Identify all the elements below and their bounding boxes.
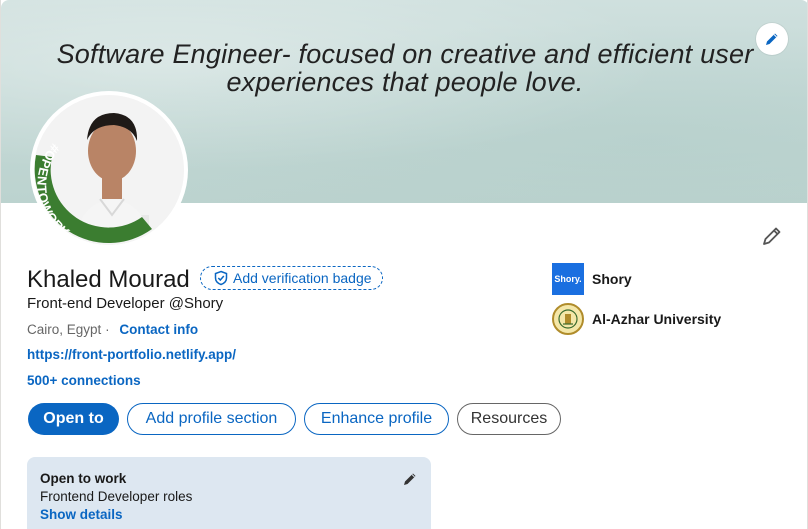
edit-banner-button[interactable] bbox=[756, 23, 788, 55]
school-al-azhar[interactable]: Al-Azhar University bbox=[552, 303, 721, 335]
pencil-icon bbox=[404, 473, 416, 485]
enhance-profile-button[interactable]: Enhance profile bbox=[304, 403, 449, 435]
pencil-icon bbox=[766, 33, 778, 45]
location-separator: · bbox=[105, 322, 110, 337]
open-to-work-roles: Frontend Developer roles bbox=[40, 489, 193, 504]
connections-link[interactable]: 500+ connections bbox=[27, 373, 141, 388]
al-azhar-logo bbox=[552, 303, 584, 335]
show-details-link[interactable]: Show details bbox=[40, 507, 123, 522]
resources-button[interactable]: Resources bbox=[457, 403, 561, 435]
add-verification-badge-button[interactable]: Add verification badge bbox=[200, 266, 383, 290]
verification-label: Add verification badge bbox=[233, 270, 372, 286]
school-name: Al-Azhar University bbox=[592, 311, 722, 327]
shory-logo: Shory. bbox=[552, 263, 584, 295]
pencil-icon bbox=[763, 227, 781, 245]
profile-headline: Front-end Developer @Shory bbox=[27, 295, 224, 312]
company-shory[interactable]: Shory. Shory bbox=[552, 263, 632, 295]
profile-card: Software Engineer- focused on creative a… bbox=[0, 0, 808, 529]
location-line: Cairo, Egypt · Contact info bbox=[27, 322, 198, 337]
website-link[interactable]: https://front-portfolio.netlify.app/ bbox=[27, 347, 236, 362]
banner-text: Software Engineer- focused on creative a… bbox=[1, 39, 807, 96]
contact-info-link[interactable]: Contact info bbox=[119, 322, 198, 337]
avatar: #OPENTOWORK bbox=[34, 95, 184, 245]
profile-name: Khaled Mourad bbox=[27, 266, 190, 293]
open-to-button[interactable]: Open to bbox=[28, 403, 119, 435]
location-text: Cairo, Egypt bbox=[27, 322, 102, 337]
banner-text-line1: Software Engineer- focused on creative a… bbox=[56, 39, 754, 69]
edit-open-to-work-button[interactable] bbox=[400, 469, 420, 489]
open-to-work-frame: #OPENTOWORK bbox=[34, 95, 184, 245]
seal-icon bbox=[558, 309, 578, 329]
shield-check-icon bbox=[214, 270, 228, 286]
open-to-work-card: Open to work Frontend Developer roles Sh… bbox=[27, 457, 431, 529]
company-name: Shory bbox=[592, 271, 632, 287]
profile-photo[interactable]: #OPENTOWORK bbox=[30, 91, 188, 249]
add-profile-section-button[interactable]: Add profile section bbox=[127, 403, 296, 435]
open-to-work-title: Open to work bbox=[40, 471, 127, 486]
edit-intro-button[interactable] bbox=[758, 222, 786, 250]
